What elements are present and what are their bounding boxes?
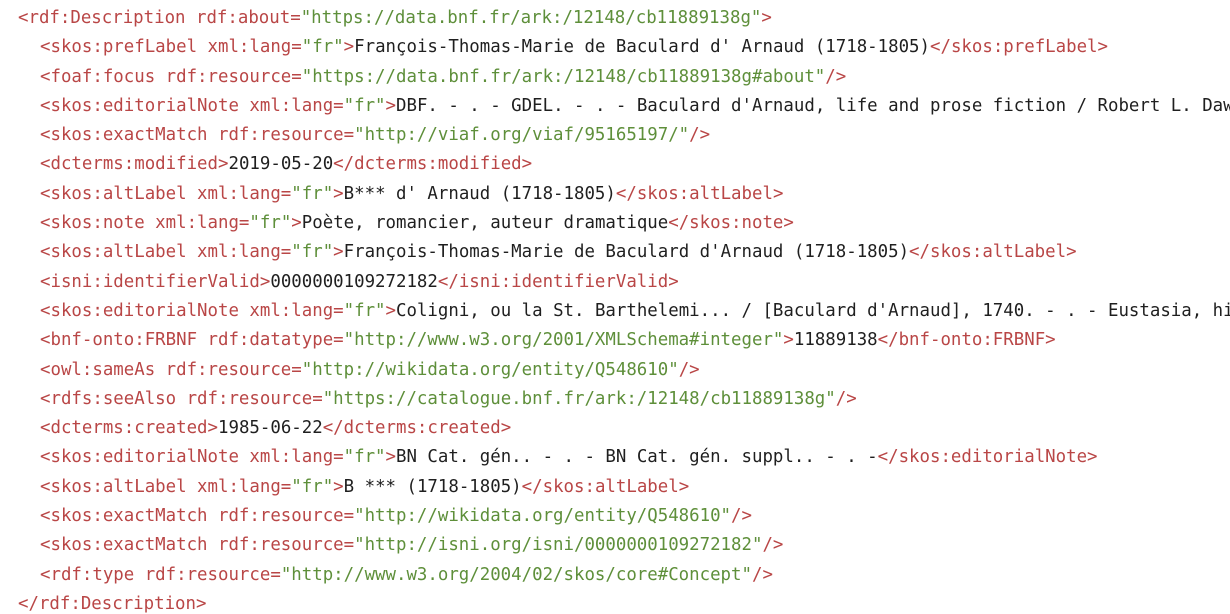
xml-tag: > <box>783 330 794 351</box>
attribute-value: "fr" <box>291 242 334 263</box>
attribute-value: "http://www.w3.org/2001/XMLSchema#intege… <box>343 330 784 351</box>
xml-tag: <skos:prefLabel xml:lang= <box>40 37 302 58</box>
code-line: <foaf:focus rdf:resource="https://data.b… <box>0 63 1230 92</box>
xml-tag: </skos:note> <box>668 213 794 234</box>
xml-tag: > <box>333 242 344 263</box>
xml-tag: <skos:editorialNote xml:lang= <box>40 300 344 321</box>
xml-tag: </skos:editorialNote> <box>877 447 1098 468</box>
xml-tag: /> <box>689 125 711 146</box>
xml-tag: > <box>761 8 772 28</box>
xml-tag: </skos:altLabel> <box>615 183 784 204</box>
code-line: <rdfs:seeAlso rdf:resource="https://cata… <box>0 385 1230 414</box>
text-content: 2019-05-20 <box>228 154 334 175</box>
xml-tag: </skos:altLabel> <box>521 476 690 497</box>
xml-tag: > <box>291 213 302 234</box>
text-content: 1985-06-22 <box>218 418 323 439</box>
xml-tag: /> <box>731 506 752 527</box>
code-line: <skos:altLabel xml:lang="fr">François-Th… <box>0 238 1230 267</box>
attribute-value: "fr" <box>249 213 292 234</box>
code-line: <dcterms:modified>2019-05-20</dcterms:mo… <box>0 150 1230 179</box>
code-line: <owl:sameAs rdf:resource="http://wikidat… <box>0 356 1230 385</box>
code-line: <skos:prefLabel xml:lang="fr">François-T… <box>0 33 1230 62</box>
xml-tag: <bnf-onto:FRBNF rdf:datatype= <box>40 330 344 351</box>
attribute-value: "fr" <box>343 95 386 116</box>
code-line: <skos:editorialNote xml:lang="fr">Colign… <box>0 297 1230 326</box>
xml-tag: <owl:sameAs rdf:resource= <box>40 359 302 380</box>
code-line: <skos:exactMatch rdf:resource="http://wi… <box>0 502 1230 531</box>
attribute-value: "fr" <box>301 37 344 58</box>
code-line: <rdf:Description rdf:about="https://data… <box>0 4 1230 33</box>
xml-tag: <isni:identifierValid> <box>40 271 271 292</box>
xml-tag: > <box>385 300 397 321</box>
attribute-value: "http://viaf.org/viaf/95165197/" <box>354 125 690 146</box>
text-content: B*** d' Arnaud (1718-1805) <box>343 183 616 204</box>
code-line: <skos:exactMatch rdf:resource="http://vi… <box>0 121 1230 150</box>
xml-tag: <skos:editorialNote xml:lang= <box>40 95 344 116</box>
xml-source-view: <rdf:Description rdf:about="https://data… <box>0 0 1230 614</box>
xml-tag: <foaf:focus rdf:resource= <box>40 66 302 87</box>
code-line: <skos:editorialNote xml:lang="fr">DBF. -… <box>0 92 1230 121</box>
code-line: <dcterms:created>1985-06-22</dcterms:cre… <box>0 414 1230 443</box>
attribute-value: "fr" <box>291 476 334 497</box>
xml-tag: /> <box>678 359 700 380</box>
attribute-value: "fr" <box>291 183 334 204</box>
text-content: BN Cat. gén.. - . - BN Cat. gén. suppl..… <box>396 447 878 468</box>
xml-tag: <rdf:Description rdf:about= <box>18 8 301 28</box>
xml-tag: > <box>333 476 344 497</box>
attribute-value: "fr" <box>343 447 386 468</box>
text-content: François-Thomas-Marie de Baculard d'Arna… <box>343 242 910 263</box>
xml-tag: <dcterms:created> <box>40 418 218 439</box>
code-line: <rdf:type rdf:resource="http://www.w3.or… <box>0 561 1230 590</box>
attribute-value: "http://www.w3.org/2004/02/skos/core#Con… <box>280 564 752 585</box>
xml-tag: <rdfs:seeAlso rdf:resource= <box>40 388 323 409</box>
attribute-value: "http://isni.org/isni/0000000109272182" <box>354 535 763 556</box>
xml-tag: > <box>333 183 344 204</box>
text-content: Poète, romancier, auteur dramatique <box>301 213 669 234</box>
text-content: François-Thomas-Marie de Baculard d' Arn… <box>354 37 930 58</box>
xml-tag: > <box>385 447 397 468</box>
xml-tag: </bnf-onto:FRBNF> <box>877 330 1056 351</box>
xml-tag: </skos:prefLabel> <box>930 37 1108 58</box>
xml-tag: </rdf:Description> <box>18 593 207 614</box>
attribute-value: "http://wikidata.org/entity/Q548610" <box>354 506 732 527</box>
attribute-value: "https://data.bnf.fr/ark:/12148/cb118891… <box>301 66 826 87</box>
code-line: <skos:editorialNote xml:lang="fr">BN Cat… <box>0 443 1230 472</box>
xml-tag: /> <box>751 564 773 585</box>
xml-tag: </dcterms:modified> <box>333 154 533 175</box>
xml-tag: </skos:altLabel> <box>909 242 1077 263</box>
code-line: <bnf-onto:FRBNF rdf:datatype="http://www… <box>0 326 1230 355</box>
xml-tag: <skos:exactMatch rdf:resource= <box>40 535 355 556</box>
code-line: <skos:altLabel xml:lang="fr">B*** d' Arn… <box>0 180 1230 209</box>
text-content: Coligni, ou la St. Barthelemi... / [Bacu… <box>396 300 1230 321</box>
xml-tag: /> <box>835 388 857 409</box>
xml-tag: <rdf:type rdf:resource= <box>40 564 281 585</box>
xml-tag: <skos:altLabel xml:lang= <box>40 476 292 497</box>
code-line: <isni:identifierValid>0000000109272182</… <box>0 268 1230 297</box>
xml-tag: > <box>385 95 397 116</box>
code-line: </rdf:Description> <box>0 590 1230 614</box>
xml-tag: <skos:exactMatch rdf:resource= <box>40 506 355 527</box>
attribute-value: "http://wikidata.org/entity/Q548610" <box>301 359 679 380</box>
xml-tag: </isni:identifierValid> <box>437 271 679 292</box>
xml-tag: /> <box>825 66 847 87</box>
attribute-value: "fr" <box>343 300 386 321</box>
attribute-value: "https://data.bnf.fr/ark:/12148/cb118891… <box>300 8 762 28</box>
xml-tag: > <box>343 37 355 58</box>
xml-tag: </dcterms:created> <box>322 418 512 439</box>
xml-tag: <skos:altLabel xml:lang= <box>40 242 292 263</box>
text-content: B *** (1718-1805) <box>343 476 522 497</box>
code-line: <skos:altLabel xml:lang="fr">B *** (1718… <box>0 473 1230 502</box>
code-line: <skos:note xml:lang="fr">Poète, romancie… <box>0 209 1230 238</box>
xml-tag: <dcterms:modified> <box>40 154 229 175</box>
text-content: 0000000109272182 <box>270 271 438 292</box>
attribute-value: "https://catalogue.bnf.fr/ark:/12148/cb1… <box>322 388 836 409</box>
text-content: 11889138 <box>793 330 878 351</box>
code-line: <skos:exactMatch rdf:resource="http://is… <box>0 531 1230 560</box>
xml-tag: <skos:note xml:lang= <box>40 213 250 234</box>
xml-tag: <skos:editorialNote xml:lang= <box>40 447 344 468</box>
xml-tag: <skos:altLabel xml:lang= <box>40 183 292 204</box>
xml-tag: /> <box>762 535 784 556</box>
xml-tag: <skos:exactMatch rdf:resource= <box>40 125 355 146</box>
text-content: DBF. - . - GDEL. - . - Baculard d'Arnaud… <box>396 95 1230 116</box>
